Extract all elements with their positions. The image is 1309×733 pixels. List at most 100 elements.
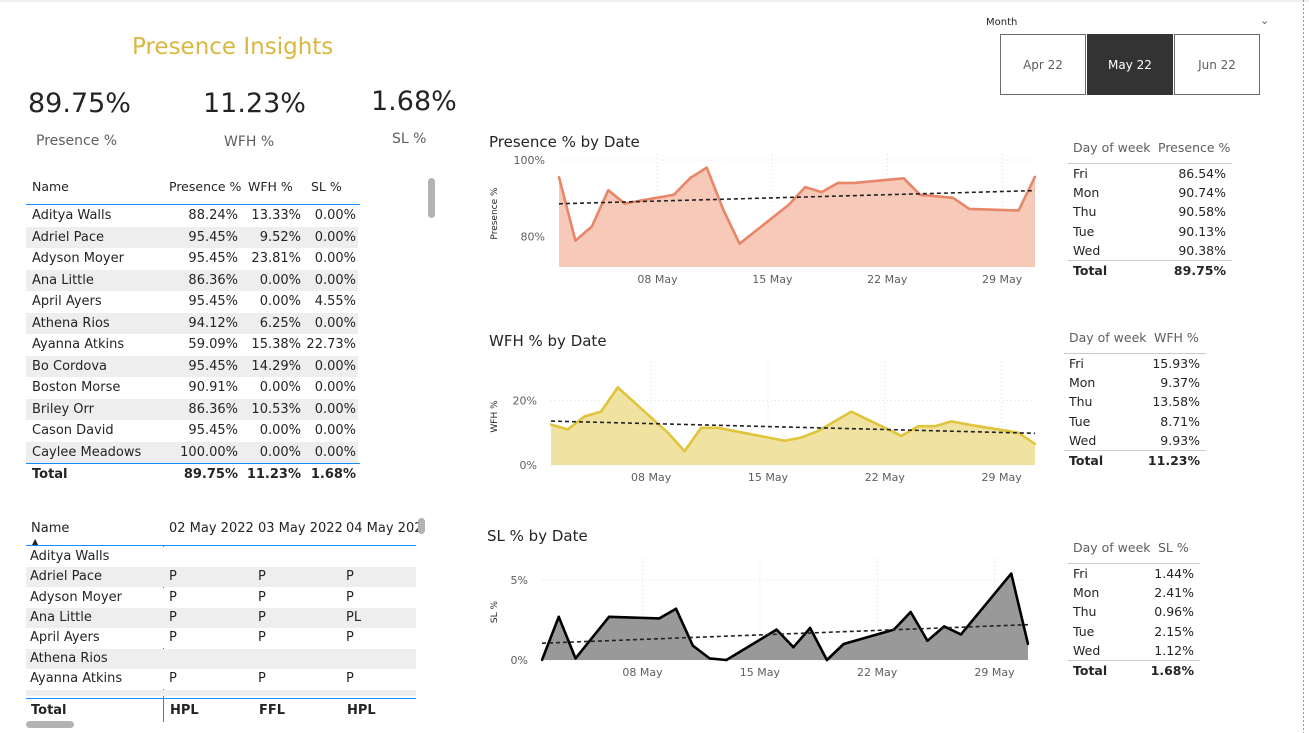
table-row[interactable]: Ana Little P P PL xyxy=(26,607,416,628)
data-point[interactable] xyxy=(933,425,937,428)
data-point[interactable] xyxy=(800,436,803,439)
data-point[interactable] xyxy=(1017,431,1020,434)
data-point[interactable] xyxy=(900,434,903,438)
table-row[interactable]: Athena Rios 94.12% 6.25% 0.00% xyxy=(26,312,358,334)
slicer-option-apr-22[interactable]: Apr 22 xyxy=(1000,34,1086,95)
data-point[interactable] xyxy=(820,190,823,194)
data-point[interactable] xyxy=(959,633,963,636)
dow-header-day[interactable]: Day of week xyxy=(1073,538,1151,557)
matrix-table-scrollbar-vertical[interactable] xyxy=(418,518,425,534)
data-point[interactable] xyxy=(1017,209,1020,212)
table-row[interactable]: Mon 90.74% xyxy=(1068,183,1232,202)
chevron-down-icon[interactable]: ⌄ xyxy=(1260,14,1269,27)
dow-header-value[interactable]: SL % xyxy=(1158,538,1189,557)
data-point[interactable] xyxy=(672,193,676,196)
data-point[interactable] xyxy=(775,628,778,631)
table-row[interactable]: Fri 15.93% xyxy=(1064,354,1206,373)
data-point[interactable] xyxy=(836,181,840,185)
data-point[interactable] xyxy=(1010,572,1013,575)
table-row[interactable]: Wed 90.38% xyxy=(1068,241,1232,260)
data-point[interactable] xyxy=(950,420,953,423)
table-row[interactable]: Adyson Moyer 95.45% 23.81% 0.00% xyxy=(26,248,358,269)
table-row[interactable]: Ayanna Atkins 59.09% 15.38% 22.73% xyxy=(26,334,358,355)
data-point[interactable] xyxy=(733,429,736,433)
table-row[interactable]: Mon 2.41% xyxy=(1068,583,1200,602)
data-point[interactable] xyxy=(599,410,603,413)
matrix-header-date[interactable]: 02 May 2022 xyxy=(169,518,254,539)
data-point[interactable] xyxy=(674,607,678,610)
data-point[interactable] xyxy=(902,177,905,180)
table-row[interactable]: April Ayers P P P xyxy=(26,628,416,649)
data-point[interactable] xyxy=(683,449,686,453)
table-row[interactable]: Tue 90.13% xyxy=(1068,222,1232,241)
data-point[interactable] xyxy=(968,207,971,211)
data-point[interactable] xyxy=(808,626,812,630)
data-point[interactable] xyxy=(916,425,920,428)
summary-header-name[interactable]: Name xyxy=(32,176,69,197)
summary-header-presence[interactable]: Presence % xyxy=(169,176,241,197)
table-row[interactable]: Wed 1.12% xyxy=(1068,641,1200,660)
table-row[interactable]: Bo Cordova 95.45% 14.29% 0.00% xyxy=(26,355,358,377)
matrix-header-date[interactable]: 04 May 2022 xyxy=(346,518,421,539)
data-point[interactable] xyxy=(853,181,856,185)
data-point[interactable] xyxy=(574,657,577,660)
data-point[interactable] xyxy=(909,610,912,614)
data-point[interactable] xyxy=(721,208,725,211)
data-point[interactable] xyxy=(816,429,820,433)
data-point[interactable] xyxy=(1033,442,1037,446)
table-row[interactable]: Cason David 95.45% 0.00% 0.00% xyxy=(26,420,358,441)
table-row[interactable]: Tue 8.71% xyxy=(1064,412,1206,431)
table-row[interactable]: Briley Orr 86.36% 10.53% 0.00% xyxy=(26,398,358,420)
dow-header-value[interactable]: Presence % xyxy=(1158,138,1230,157)
data-point[interactable] xyxy=(666,431,670,434)
slicer-option-jun-22[interactable]: Jun 22 xyxy=(1174,34,1260,95)
dow-header-day[interactable]: Day of week xyxy=(1069,328,1147,347)
data-point[interactable] xyxy=(691,644,695,647)
data-point[interactable] xyxy=(705,166,708,169)
data-point[interactable] xyxy=(850,410,853,413)
table-row[interactable]: Aditya Walls xyxy=(26,547,416,567)
table-row[interactable]: Thu 90.58% xyxy=(1068,202,1232,221)
data-point[interactable] xyxy=(549,423,553,426)
table-row[interactable]: Fri 1.44% xyxy=(1068,564,1200,583)
dow-header-day[interactable]: Day of week xyxy=(1073,138,1151,157)
table-row[interactable]: Thu 13.58% xyxy=(1064,392,1206,411)
summary-header-sl[interactable]: SL % xyxy=(311,176,342,197)
data-point[interactable] xyxy=(607,615,611,618)
data-point[interactable] xyxy=(967,423,970,426)
data-point[interactable] xyxy=(574,239,577,242)
matrix-header-date[interactable]: 03 May 2022 xyxy=(258,518,343,539)
table-row[interactable]: Tue 2.15% xyxy=(1068,622,1200,641)
table-row[interactable]: Caylee Meadows 100.00% 0.00% 0.00% xyxy=(26,441,358,463)
data-point[interactable] xyxy=(787,203,790,206)
data-point[interactable] xyxy=(926,639,929,642)
table-row[interactable]: Adriel Pace P P P xyxy=(26,567,416,588)
data-point[interactable] xyxy=(639,199,643,202)
summary-header-wfh[interactable]: WFH % xyxy=(248,176,293,197)
table-row[interactable]: Thu 0.96% xyxy=(1068,602,1200,621)
data-point[interactable] xyxy=(689,176,692,180)
data-point[interactable] xyxy=(792,646,795,649)
data-point[interactable] xyxy=(951,196,955,200)
table-row[interactable]: April Ayers 95.45% 0.00% 4.55% xyxy=(26,291,358,312)
slicer-option-may-22[interactable]: May 22 xyxy=(1087,34,1173,95)
data-point[interactable] xyxy=(700,426,703,430)
data-point[interactable] xyxy=(658,617,661,620)
table-row[interactable]: Aditya Walls 88.24% 13.33% 0.00% xyxy=(26,205,358,226)
data-point[interactable] xyxy=(590,225,594,228)
data-point[interactable] xyxy=(738,242,741,245)
data-point[interactable] xyxy=(804,185,807,189)
table-row[interactable]: Athena Rios xyxy=(26,648,416,669)
data-point[interactable] xyxy=(1033,175,1037,179)
table-row[interactable]: Wed 9.93% xyxy=(1064,431,1206,450)
table-row[interactable]: Adriel Pace 95.45% 9.52% 0.00% xyxy=(26,226,358,248)
summary-table-scrollbar[interactable] xyxy=(428,178,435,218)
data-point[interactable] xyxy=(557,175,561,179)
table-row[interactable]: Fri 86.54% xyxy=(1068,164,1232,183)
matrix-table-scrollbar-horizontal[interactable] xyxy=(26,721,74,728)
data-point[interactable] xyxy=(783,439,786,442)
data-point[interactable] xyxy=(557,615,560,618)
table-row[interactable]: Mon 9.37% xyxy=(1064,373,1206,392)
data-point[interactable] xyxy=(583,415,586,418)
data-point[interactable] xyxy=(616,386,619,389)
